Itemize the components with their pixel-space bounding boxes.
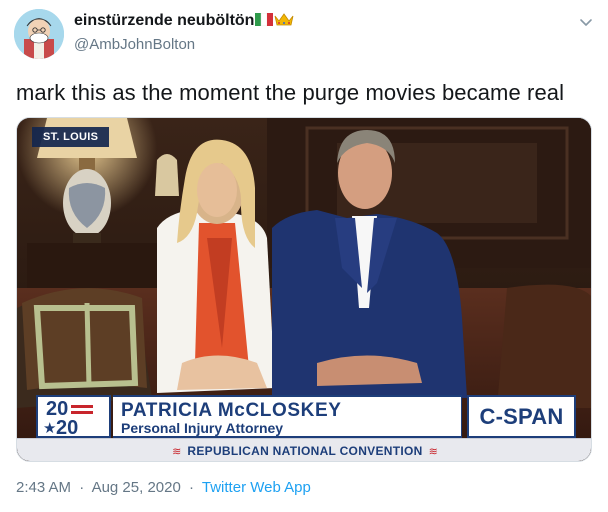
crown-icon (275, 13, 294, 26)
chyron-name-box: PATRICIA McCLOSKEY Personal Injury Attor… (113, 395, 462, 438)
event-bar: ≋ REPUBLICAN NATIONAL CONVENTION ≋ (17, 438, 591, 461)
meta-separator: · (188, 479, 194, 496)
flag-stripes-icon: ≋ (428, 446, 438, 458)
tweet-source-link[interactable]: Twitter Web App (202, 479, 311, 496)
chyron-name: PATRICIA McCLOSKEY (121, 400, 342, 421)
meta-separator: · (79, 479, 85, 496)
chyron: 20 ★ 20 PATRICIA McCLOSKEY Personal Inju… (36, 395, 576, 439)
chevron-down-icon[interactable] (578, 14, 594, 30)
author-handle[interactable]: @AmbJohnBolton (74, 36, 195, 53)
chyron-title: Personal Injury Attorney (121, 420, 284, 436)
tweet-media-video-still[interactable]: ST. LOUIS 20 ★ 20 PATRICIA McCLOSKEY Per… (16, 117, 592, 462)
location-tag: ST. LOUIS (32, 127, 110, 147)
logo-stripe (71, 405, 93, 408)
logo-star-icon: ★ (43, 420, 57, 437)
author-display-name[interactable]: einstürzende neuböltön (74, 12, 294, 30)
event-title: REPUBLICAN NATIONAL CONVENTION (187, 444, 423, 458)
tweet-meta: 2:43 AM · Aug 25, 2020 · Twitter Web App (16, 479, 311, 496)
cspan-logo: C-SPAN (467, 395, 576, 438)
tweet-date[interactable]: Aug 25, 2020 (92, 479, 181, 496)
tweet-time[interactable]: 2:43 AM (16, 479, 71, 496)
display-name-text: einstürzende neuböltön (74, 12, 255, 29)
flag-stripes-icon: ≋ (172, 446, 182, 458)
avatar[interactable] (14, 9, 64, 59)
italy-flag-icon (255, 13, 274, 26)
logo-stripe (71, 411, 93, 414)
convention-2020-logo: 20 ★ 20 (36, 395, 111, 439)
logo-year-bottom: 20 (56, 417, 79, 439)
cartoon-portrait-avatar (14, 9, 64, 59)
tweet-card: einstürzende neuböltön @AmbJohnBolton ma… (0, 0, 608, 512)
tweet-text: mark this as the moment the purge movies… (16, 80, 565, 105)
